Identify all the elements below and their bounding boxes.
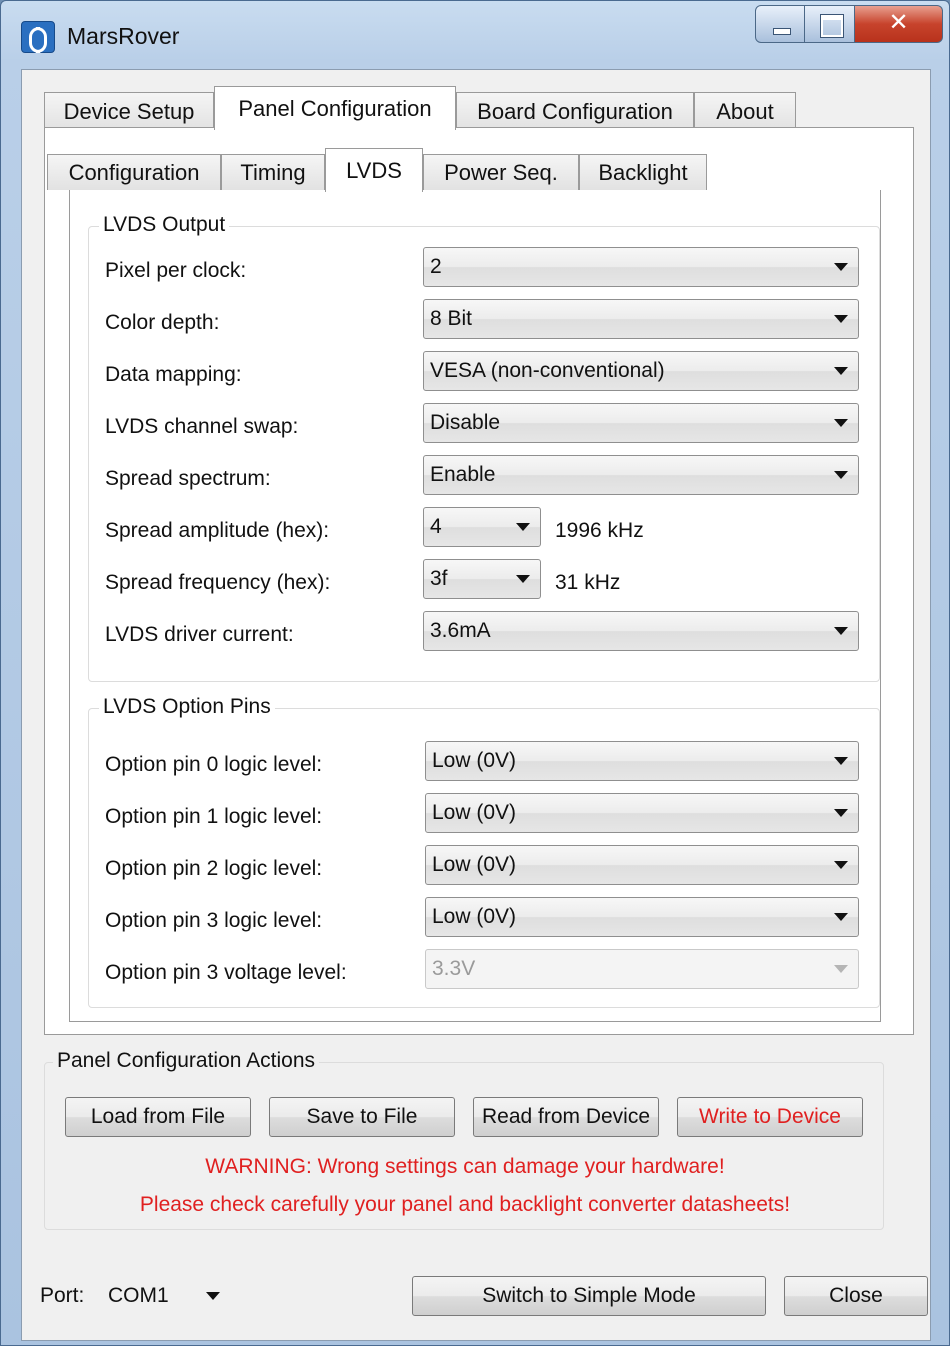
chevron-down-icon [834,471,848,479]
actions-title: Panel Configuration Actions [53,1049,319,1073]
color-depth-select[interactable]: 8 Bit [423,299,859,339]
pixel-per-clock-label: Pixel per clock: [105,259,247,282]
spread-amplitude-value: 4 [430,515,442,538]
spread-amplitude-label: Spread amplitude (hex): [105,519,330,542]
spread-amplitude-select[interactable]: 4 [423,507,541,547]
title-bar[interactable]: MarsRover ✕ [1,1,949,69]
data-mapping-value: VESA (non-conventional) [430,359,665,382]
tab-board-configuration[interactable]: Board Configuration [456,92,694,130]
tab-device-setup[interactable]: Device Setup [44,92,214,130]
chevron-down-icon [516,523,530,531]
port-select[interactable]: COM1 [102,1276,232,1316]
panel-configuration-actions-group: Panel Configuration Actions Load from Fi… [44,1049,884,1230]
warning-message: WARNING: Wrong settings can damage your … [205,1155,725,1178]
client-area: Device Setup Panel Configuration Board C… [21,69,931,1341]
app-logo-icon [21,21,55,53]
read-from-device-button[interactable]: Read from Device [473,1097,659,1137]
window-title: MarsRover [67,23,180,49]
option-pin-3-voltage-label: Option pin 3 voltage level: [105,961,347,984]
datasheet-warning-message: Please check carefully your panel and ba… [139,1193,791,1216]
lvds-output-group: LVDS Output Pixel per clock: 2 Color dep… [88,213,880,682]
driver-current-label: LVDS driver current: [105,623,294,646]
switch-to-simple-mode-button[interactable]: Switch to Simple Mode [412,1276,766,1316]
maximize-button[interactable] [805,5,855,43]
tab-panel-configuration[interactable]: Panel Configuration [214,86,456,130]
option-pin-0-label: Option pin 0 logic level: [105,753,323,776]
window-controls: ✕ [755,5,943,43]
close-button[interactable]: Close [784,1276,928,1316]
option-pin-1-select[interactable]: Low (0V) [425,793,859,833]
chevron-down-icon [834,263,848,271]
option-pin-2-label: Option pin 2 logic level: [105,857,323,880]
option-pin-3-value: Low (0V) [432,905,517,928]
spread-frequency-select[interactable]: 3f [423,559,541,599]
save-to-file-button[interactable]: Save to File [269,1097,455,1137]
minimize-button[interactable] [755,5,805,43]
chevron-down-icon [834,757,848,765]
data-mapping-label: Data mapping: [105,363,242,386]
spread-frequency-khz: 31 kHz [555,571,621,594]
chevron-down-icon [834,627,848,635]
chevron-down-icon [516,575,530,583]
spread-spectrum-select[interactable]: Enable [423,455,859,495]
lvds-option-pins-group: LVDS Option Pins Option pin 0 logic leve… [88,695,880,1008]
subtab-configuration[interactable]: Configuration [47,154,221,190]
write-to-device-button[interactable]: Write to Device [677,1097,863,1137]
lvds-page: LVDS Output Pixel per clock: 2 Color dep… [69,190,881,1022]
driver-current-select[interactable]: 3.6mA [423,611,859,651]
chevron-down-icon [834,419,848,427]
option-pin-0-value: Low (0V) [432,749,517,772]
close-window-button[interactable]: ✕ [855,5,943,43]
port-value: COM1 [108,1284,169,1307]
subtab-lvds[interactable]: LVDS [325,148,423,192]
chevron-down-icon [206,1292,220,1300]
port-label: Port: [40,1284,85,1307]
tab-about[interactable]: About [694,92,796,130]
close-icon: ✕ [888,9,909,36]
panel-configuration-page: Configuration Timing LVDS Power Seq. Bac… [44,127,914,1035]
spread-spectrum-value: Enable [430,463,496,486]
spread-amplitude-khz: 1996 kHz [555,519,644,542]
driver-current-value: 3.6mA [430,619,491,642]
option-pin-3-voltage-value: 3.3V [432,957,476,980]
spread-frequency-label: Spread frequency (hex): [105,571,331,594]
option-pin-3-label: Option pin 3 logic level: [105,909,323,932]
lvds-option-pins-title: LVDS Option Pins [99,695,275,719]
pixel-per-clock-value: 2 [430,255,442,278]
chevron-down-icon [834,965,848,973]
chevron-down-icon [834,861,848,869]
subtab-timing[interactable]: Timing [221,154,325,190]
option-pin-3-voltage-select: 3.3V [425,949,859,989]
spread-frequency-value: 3f [430,567,448,590]
spread-spectrum-label: Spread spectrum: [105,467,271,490]
chevron-down-icon [834,913,848,921]
option-pin-2-value: Low (0V) [432,853,517,876]
color-depth-label: Color depth: [105,311,220,334]
option-pin-2-select[interactable]: Low (0V) [425,845,859,885]
pixel-per-clock-select[interactable]: 2 [423,247,859,287]
subtab-backlight[interactable]: Backlight [579,154,707,190]
app-window: MarsRover ✕ Device Setup Panel Configura… [0,0,950,1346]
option-pin-1-label: Option pin 1 logic level: [105,805,323,828]
subtab-power-seq[interactable]: Power Seq. [423,154,579,190]
lvds-output-title: LVDS Output [99,213,230,237]
data-mapping-select[interactable]: VESA (non-conventional) [423,351,859,391]
channel-swap-value: Disable [430,411,501,434]
color-depth-value: 8 Bit [430,307,473,330]
option-pin-3-select[interactable]: Low (0V) [425,897,859,937]
chevron-down-icon [834,315,848,323]
option-pin-1-value: Low (0V) [432,801,517,824]
load-from-file-button[interactable]: Load from File [65,1097,251,1137]
option-pin-0-select[interactable]: Low (0V) [425,741,859,781]
chevron-down-icon [834,367,848,375]
channel-swap-label: LVDS channel swap: [105,415,299,438]
channel-swap-select[interactable]: Disable [423,403,859,443]
chevron-down-icon [834,809,848,817]
